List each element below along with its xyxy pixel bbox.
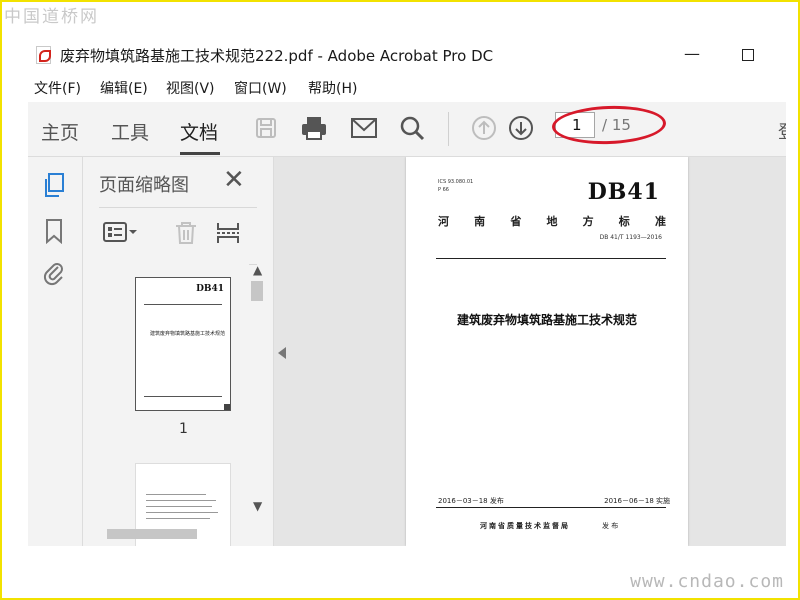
region-char: 省 <box>510 215 522 228</box>
maximize-button[interactable] <box>742 49 754 61</box>
thumb-row <box>146 518 210 519</box>
page-up-icon[interactable] <box>468 112 500 144</box>
region-char: 方 <box>582 215 594 228</box>
thumb-row <box>146 512 218 513</box>
print-icon[interactable] <box>298 112 330 144</box>
page-down-icon[interactable] <box>505 112 537 144</box>
attachment-icon[interactable] <box>40 259 68 287</box>
class-code: P 66 <box>438 187 449 193</box>
toolbar-separator <box>448 112 449 146</box>
menu-window[interactable]: 窗口(W) <box>234 78 287 98</box>
document-page: ICS 93.080.01 P 66 DB41 河 南 省 地 方 标 准 DB… <box>406 157 688 546</box>
footer-rule <box>436 507 666 508</box>
document-title: 建筑废弃物填筑路基施工技术规范 <box>456 313 637 327</box>
region-char: 南 <box>474 215 486 228</box>
watermark-bottom: www.cndao.com <box>630 571 784 592</box>
thumb-line <box>144 396 222 397</box>
thumb-line <box>144 304 222 305</box>
menu-help[interactable]: 帮助(H) <box>308 78 357 98</box>
publisher: 河南省质量技术监督局 <box>480 522 570 530</box>
active-tab-indicator <box>180 152 220 155</box>
window-title: 废弃物填筑路基施工技术规范222.pdf - Adobe Acrobat Pro… <box>60 47 494 65</box>
minimize-button[interactable]: — <box>684 44 700 63</box>
bookmark-icon[interactable] <box>40 217 68 245</box>
horizontal-scrollbar-thumb[interactable] <box>107 529 197 539</box>
region-label: 河 南 省 地 方 标 准 <box>438 213 666 229</box>
tab-home[interactable]: 主页 <box>41 118 79 145</box>
ics-code: ICS 93.080.01 <box>438 179 474 185</box>
scroll-down-icon[interactable]: ▼ <box>253 499 262 513</box>
save-icon[interactable] <box>250 112 282 144</box>
tab-document[interactable]: 文档 <box>180 118 218 145</box>
region-char: 准 <box>654 215 666 228</box>
watermark-top: 中国道桥网 <box>4 7 99 27</box>
acrobat-window: 废弃物填筑路基施工技术规范222.pdf - Adobe Acrobat Pro… <box>28 36 786 546</box>
thumbnail-page-number: 1 <box>179 421 188 437</box>
thumb-db-label: DB41 <box>196 284 224 294</box>
menu-file[interactable]: 文件(F) <box>34 78 81 98</box>
annotation-red-circle <box>551 104 667 146</box>
issue-date: 2016－03－18 发布 <box>438 497 504 505</box>
db-label: DB41 <box>587 179 660 205</box>
region-char: 河 <box>438 215 449 228</box>
thumb-current-marker <box>224 404 230 410</box>
page-thumbnail-1[interactable]: DB41 建筑废弃物填筑路基施工技术规范 <box>135 277 231 411</box>
standard-number: DB 41/T 1193—2016 <box>599 234 662 241</box>
toolbar: 主页 工具 文档 1 / 15 登 <box>28 102 786 157</box>
search-icon[interactable] <box>396 112 428 144</box>
thumb-row <box>146 500 216 501</box>
menu-view[interactable]: 视图(V) <box>166 78 215 98</box>
document-view[interactable]: ICS 93.080.01 P 66 DB41 河 南 省 地 方 标 准 DB… <box>274 157 786 546</box>
page-thumbnails-panel: 页面缩略图 ✕ DB41 建筑废弃物填筑路基施工技术规范 1 ▲ ▼ <box>83 157 274 546</box>
panel-toolbar <box>99 207 257 265</box>
extract-icon[interactable] <box>215 220 241 252</box>
title-bar: 废弃物填筑路基施工技术规范222.pdf - Adobe Acrobat Pro… <box>28 36 786 74</box>
thumb-row <box>146 506 212 507</box>
region-char: 地 <box>546 215 558 228</box>
menu-edit[interactable]: 编辑(E) <box>100 78 148 98</box>
header-rule <box>436 258 666 259</box>
toolbar-overflow-text[interactable]: 登 <box>778 118 786 144</box>
thumbnail-list[interactable]: DB41 建筑废弃物填筑路基施工技术规范 1 <box>99 263 249 546</box>
thumb-row <box>146 494 206 495</box>
region-char: 标 <box>618 215 630 228</box>
thumbnail-horizontal-scrollbar[interactable] <box>83 525 261 543</box>
panel-title: 页面缩略图 <box>99 175 189 196</box>
pdf-icon <box>36 46 51 64</box>
navigation-pane <box>28 157 83 546</box>
email-icon[interactable] <box>348 112 380 144</box>
publish-word: 发 布 <box>602 522 619 530</box>
collapse-panel-icon[interactable] <box>278 347 286 359</box>
document-margin <box>768 157 786 546</box>
close-icon[interactable]: ✕ <box>223 165 245 195</box>
thumb-title: 建筑废弃物填筑路基施工技术规范 <box>150 331 226 337</box>
scrollbar-thumb[interactable] <box>251 281 263 301</box>
scroll-up-icon[interactable]: ▲ <box>253 263 262 277</box>
options-icon[interactable] <box>103 220 137 250</box>
tab-tools[interactable]: 工具 <box>111 118 149 145</box>
delete-icon[interactable] <box>173 220 199 252</box>
thumbnail-vertical-scrollbar[interactable]: ▲ ▼ <box>249 263 267 517</box>
pages-icon[interactable] <box>40 171 68 199</box>
menu-bar: 文件(F) 编辑(E) 视图(V) 窗口(W) 帮助(H) <box>28 74 786 100</box>
implementation-date: 2016－06－18 实施 <box>604 497 670 505</box>
